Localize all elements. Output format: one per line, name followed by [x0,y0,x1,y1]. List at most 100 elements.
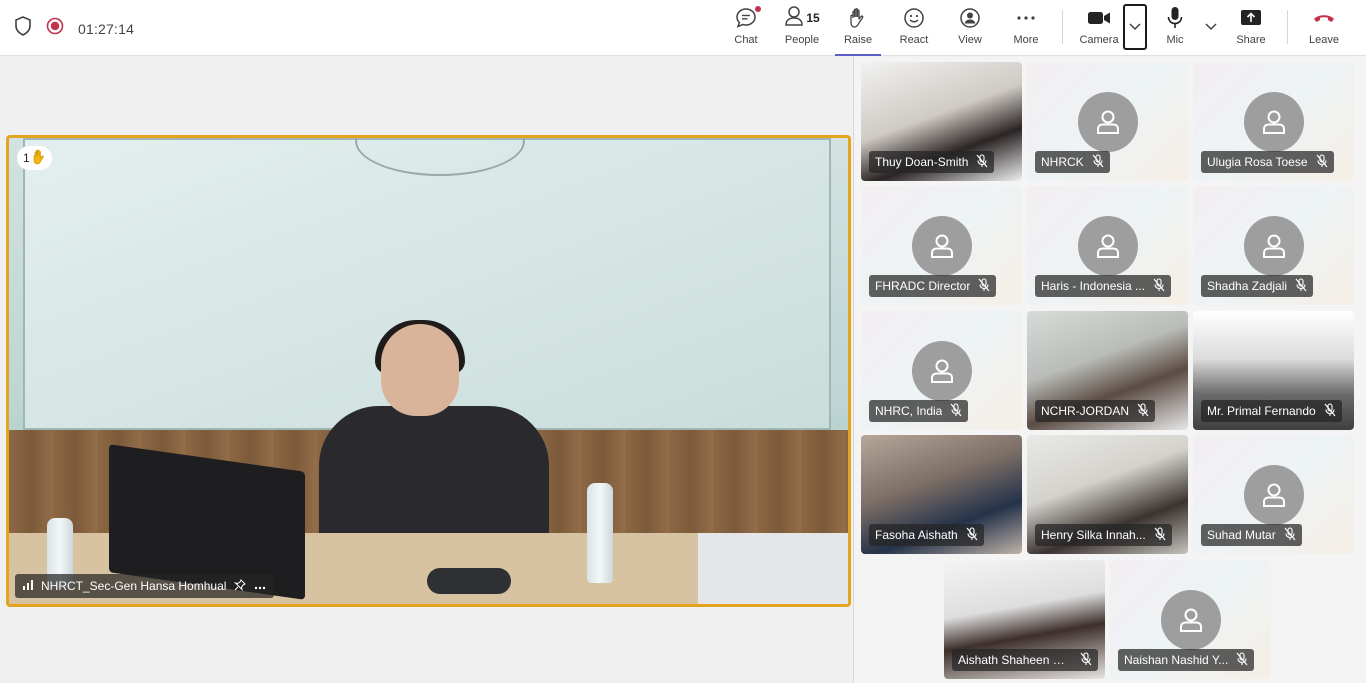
chat-icon [735,6,761,30]
participant-name: Henry Silka Innah... [1041,528,1146,542]
mic-button[interactable]: Mic [1150,6,1200,50]
mic-muted-icon [1324,402,1336,420]
chat-label: Chat [734,34,758,46]
participant-name: Naishan Nashid Y... [1124,653,1229,667]
mic-muted-icon [950,402,962,420]
participant-name-label: Haris - Indonesia ... [1035,275,1172,297]
participant-name-label: Henry Silka Innah... [1035,524,1172,546]
participant-name-label: NCHR-JORDAN [1035,400,1155,422]
more-button[interactable]: More [1001,6,1051,50]
speaker-name-label: NHRCT_Sec-Gen Hansa Homhual [15,574,275,598]
mic-muted-icon [978,277,990,295]
mic-muted-icon [1154,526,1166,544]
mic-muted-icon [1316,153,1328,171]
participant-name: Thuy Doan-Smith [875,155,969,169]
people-icon-group: 15 [784,5,820,32]
speaker-head [381,324,459,416]
participant-tile[interactable]: FHRADC Director [861,186,1022,305]
participant-name: Aishath Shaheen Naj... [958,653,1072,667]
raise-label: Raise [843,34,873,46]
participant-name-label: Naishan Nashid Y... [1118,649,1255,671]
speaker-name: NHRCT_Sec-Gen Hansa Homhual [41,579,227,593]
smiley-icon [903,6,925,30]
people-icon [784,5,804,32]
leave-label: Leave [1309,34,1339,46]
mic-muted-icon [1137,402,1149,420]
participant-name: Mr. Primal Fernando [1207,404,1316,418]
toolbar-divider [1287,10,1288,44]
participant-tile[interactable]: NHRCK [1027,62,1188,181]
share-button[interactable]: Share [1226,6,1276,50]
chevron-down-icon [1129,18,1141,36]
leave-button[interactable]: Leave [1299,6,1349,50]
participant-name-label: NHRC, India [869,400,969,422]
camera-button[interactable]: Camera [1074,6,1124,50]
avatar-placeholder-icon [911,341,972,401]
meeting-status: 01:27:14 [14,16,134,41]
participant-name-label: Aishath Shaheen Naj... [952,649,1098,671]
participant-name-label: Fasoha Aishath [869,524,984,546]
mic-muted-icon [1295,277,1307,295]
more-options-icon[interactable] [254,579,266,593]
main-speaker-video[interactable]: 1 NHRCT_Sec-Gen Hansa Homhual [6,135,851,607]
mic-muted-icon [966,526,978,544]
chevron-down-icon [1205,18,1217,36]
participant-tile[interactable]: Aishath Shaheen Naj... [944,560,1105,679]
participant-tile[interactable]: Mr. Primal Fernando [1193,311,1354,430]
share-tray-icon [1240,6,1262,30]
mic-muted-icon [976,153,988,171]
participant-tile[interactable]: Ulugia Rosa Toese [1193,62,1354,181]
mic-options-button[interactable] [1201,16,1221,38]
pin-icon[interactable] [234,578,247,594]
raised-hand-badge[interactable]: 1 [17,146,52,170]
recording-icon [46,17,64,40]
participant-name: Fasoha Aishath [875,528,958,542]
chat-button[interactable]: Chat [721,6,771,50]
participant-tile[interactable]: NCHR-JORDAN [1027,311,1188,430]
participant-tile[interactable]: Suhad Mutar [1193,435,1354,554]
participant-name: NCHR-JORDAN [1041,404,1129,418]
avatar-placeholder-icon [1243,465,1304,525]
participant-name-label: Mr. Primal Fernando [1201,400,1342,422]
unread-badge [755,6,761,12]
avatar-placeholder-icon [1243,92,1304,152]
participant-name: Suhad Mutar [1207,528,1276,542]
participant-tile[interactable]: Thuy Doan-Smith [861,62,1022,181]
participant-name: Haris - Indonesia ... [1041,279,1146,293]
view-icon [959,6,981,30]
participant-tile[interactable]: Henry Silka Innah... [1027,435,1188,554]
avatar-placeholder-icon [1160,590,1221,650]
ellipsis-icon [1015,6,1037,30]
avatar-placeholder-icon [1077,92,1138,152]
participant-name-label: FHRADC Director [869,275,997,297]
people-count: 15 [806,11,820,25]
emblem [355,138,525,176]
hang-up-icon [1312,6,1336,30]
meeting-toolbar: 01:27:14 Chat 15 People Raise React View… [0,0,1366,56]
camera-options-button[interactable] [1123,4,1147,50]
react-button[interactable]: React [889,6,939,50]
participant-tile[interactable]: Fasoha Aishath [861,435,1022,554]
people-label: People [784,34,820,46]
conference-microphone [427,568,511,594]
avatar-placeholder-icon [1077,216,1138,276]
participant-name-label: Suhad Mutar [1201,524,1302,546]
camera-icon [1087,6,1111,30]
avatar-placeholder-icon [911,216,972,276]
participant-tile[interactable]: NHRC, India [861,311,1022,430]
microphone-icon [1166,6,1184,30]
people-button[interactable]: 15 People [775,5,829,50]
participant-tile[interactable]: Shadha Zadjali [1193,186,1354,305]
participant-tile[interactable]: Naishan Nashid Y... [1110,560,1271,679]
mic-muted-icon [1236,651,1248,669]
participant-tile[interactable]: Haris - Indonesia ... [1027,186,1188,305]
toolbar-divider [1062,10,1063,44]
view-button[interactable]: View [945,6,995,50]
avatar-placeholder-icon [1243,216,1304,276]
hand-icon [848,6,868,30]
raised-hand-icon [32,149,46,168]
more-label: More [1013,34,1039,46]
raised-hand-count: 1 [23,151,30,165]
react-label: React [899,34,929,46]
raise-hand-button[interactable]: Raise [835,6,881,56]
